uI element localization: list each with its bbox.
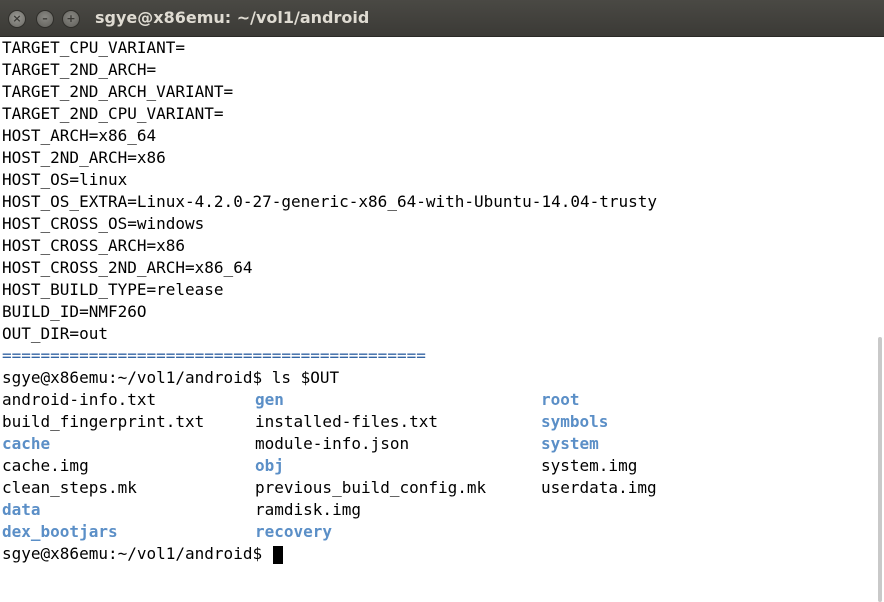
env-line: TARGET_2ND_ARCH=: [2, 60, 157, 79]
env-line: OUT_DIR=out: [2, 324, 108, 343]
minimize-icon[interactable]: –: [36, 10, 54, 28]
directory-entry: root: [541, 390, 580, 409]
file-entry: system.img: [541, 456, 638, 475]
env-line: TARGET_CPU_VARIANT=: [2, 38, 186, 57]
directory-entry: obj: [255, 456, 284, 475]
directory-entry: data: [2, 500, 41, 519]
title-bar: × – + sgye@x86emu: ~/vol1/android: [0, 0, 884, 37]
terminal-output[interactable]: TARGET_CPU_VARIANT= TARGET_2ND_ARCH= TARGE…: [2, 37, 872, 567]
env-line: HOST_OS=linux: [2, 170, 128, 189]
file-entry: userdata.img: [541, 478, 657, 497]
close-icon[interactable]: ×: [8, 10, 26, 28]
directory-entry: gen: [255, 390, 284, 409]
file-entry: previous_build_config.mk: [255, 478, 487, 497]
listing-row: android-info.txt gen root: [2, 389, 872, 411]
directory-entry: recovery: [255, 522, 333, 541]
env-line: HOST_ARCH=x86_64: [2, 126, 157, 145]
listing-row: cache module-info.json system: [2, 433, 872, 455]
env-line: HOST_BUILD_TYPE=release: [2, 280, 224, 299]
scrollbar[interactable]: [874, 37, 884, 602]
command-line: sgye@x86emu:~/vol1/android$ ls $OUT: [2, 368, 340, 387]
file-entry: installed-files.txt: [255, 412, 439, 431]
maximize-icon[interactable]: +: [62, 10, 80, 28]
scrollbar-thumb[interactable]: [878, 337, 882, 602]
file-entry: ramdisk.img: [255, 500, 361, 519]
listing-row: build_fingerprint.txt installed-files.txt…: [2, 411, 872, 433]
prompt: sgye@x86emu:~/vol1/android$: [2, 544, 272, 563]
env-line: HOST_CROSS_ARCH=x86: [2, 236, 186, 255]
directory-entry: system: [541, 434, 599, 453]
file-entry: build_fingerprint.txt: [2, 412, 205, 431]
listing-row: cache.img obj system.img: [2, 455, 872, 477]
cursor: [272, 545, 283, 564]
directory-entry: cache: [2, 434, 51, 453]
prompt-line[interactable]: sgye@x86emu:~/vol1/android$: [2, 543, 872, 565]
env-line: HOST_OS_EXTRA=Linux-4.2.0-27-generic-x86…: [2, 192, 658, 211]
file-entry: android-info.txt: [2, 390, 157, 409]
env-line: TARGET_2ND_ARCH_VARIANT=: [2, 82, 234, 101]
file-entry: cache.img: [2, 456, 89, 475]
env-line: HOST_2ND_ARCH=x86: [2, 148, 166, 167]
listing-row: clean_steps.mk previous_build_config.mk us…: [2, 477, 872, 499]
directory-entry: symbols: [541, 412, 609, 431]
window-title: sgye@x86emu: ~/vol1/android: [95, 8, 370, 27]
env-line: HOST_CROSS_OS=windows: [2, 214, 205, 233]
env-line: BUILD_ID=NMF26O: [2, 302, 147, 321]
directory-entry: dex_bootjars: [2, 522, 118, 541]
env-line: HOST_CROSS_2ND_ARCH=x86_64: [2, 258, 253, 277]
file-entry: clean_steps.mk: [2, 478, 137, 497]
listing-row: data ramdisk.img: [2, 499, 872, 521]
file-entry: module-info.json: [255, 434, 410, 453]
listing-row: dex_bootjars recovery: [2, 521, 872, 543]
separator-line: ========================================…: [2, 346, 426, 365]
env-line: TARGET_2ND_CPU_VARIANT=: [2, 104, 224, 123]
